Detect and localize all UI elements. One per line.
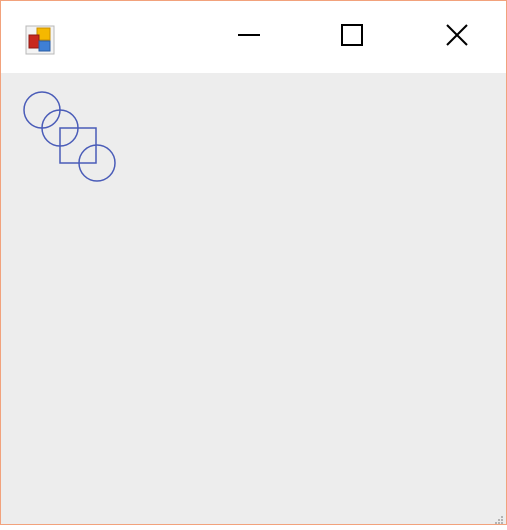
close-icon xyxy=(444,22,470,53)
minimize-button[interactable] xyxy=(204,1,294,73)
form-window xyxy=(0,0,507,525)
maximize-button[interactable] xyxy=(307,1,397,73)
title-bar[interactable] xyxy=(1,1,506,73)
minimize-icon xyxy=(236,22,262,53)
circle-shape-1 xyxy=(23,91,61,129)
close-button[interactable] xyxy=(412,1,502,73)
client-area[interactable] xyxy=(1,73,506,524)
resize-grip-icon[interactable] xyxy=(494,512,504,524)
app-icon[interactable] xyxy=(25,25,55,55)
drawing-canvas xyxy=(23,91,116,182)
maximize-icon xyxy=(339,22,365,53)
